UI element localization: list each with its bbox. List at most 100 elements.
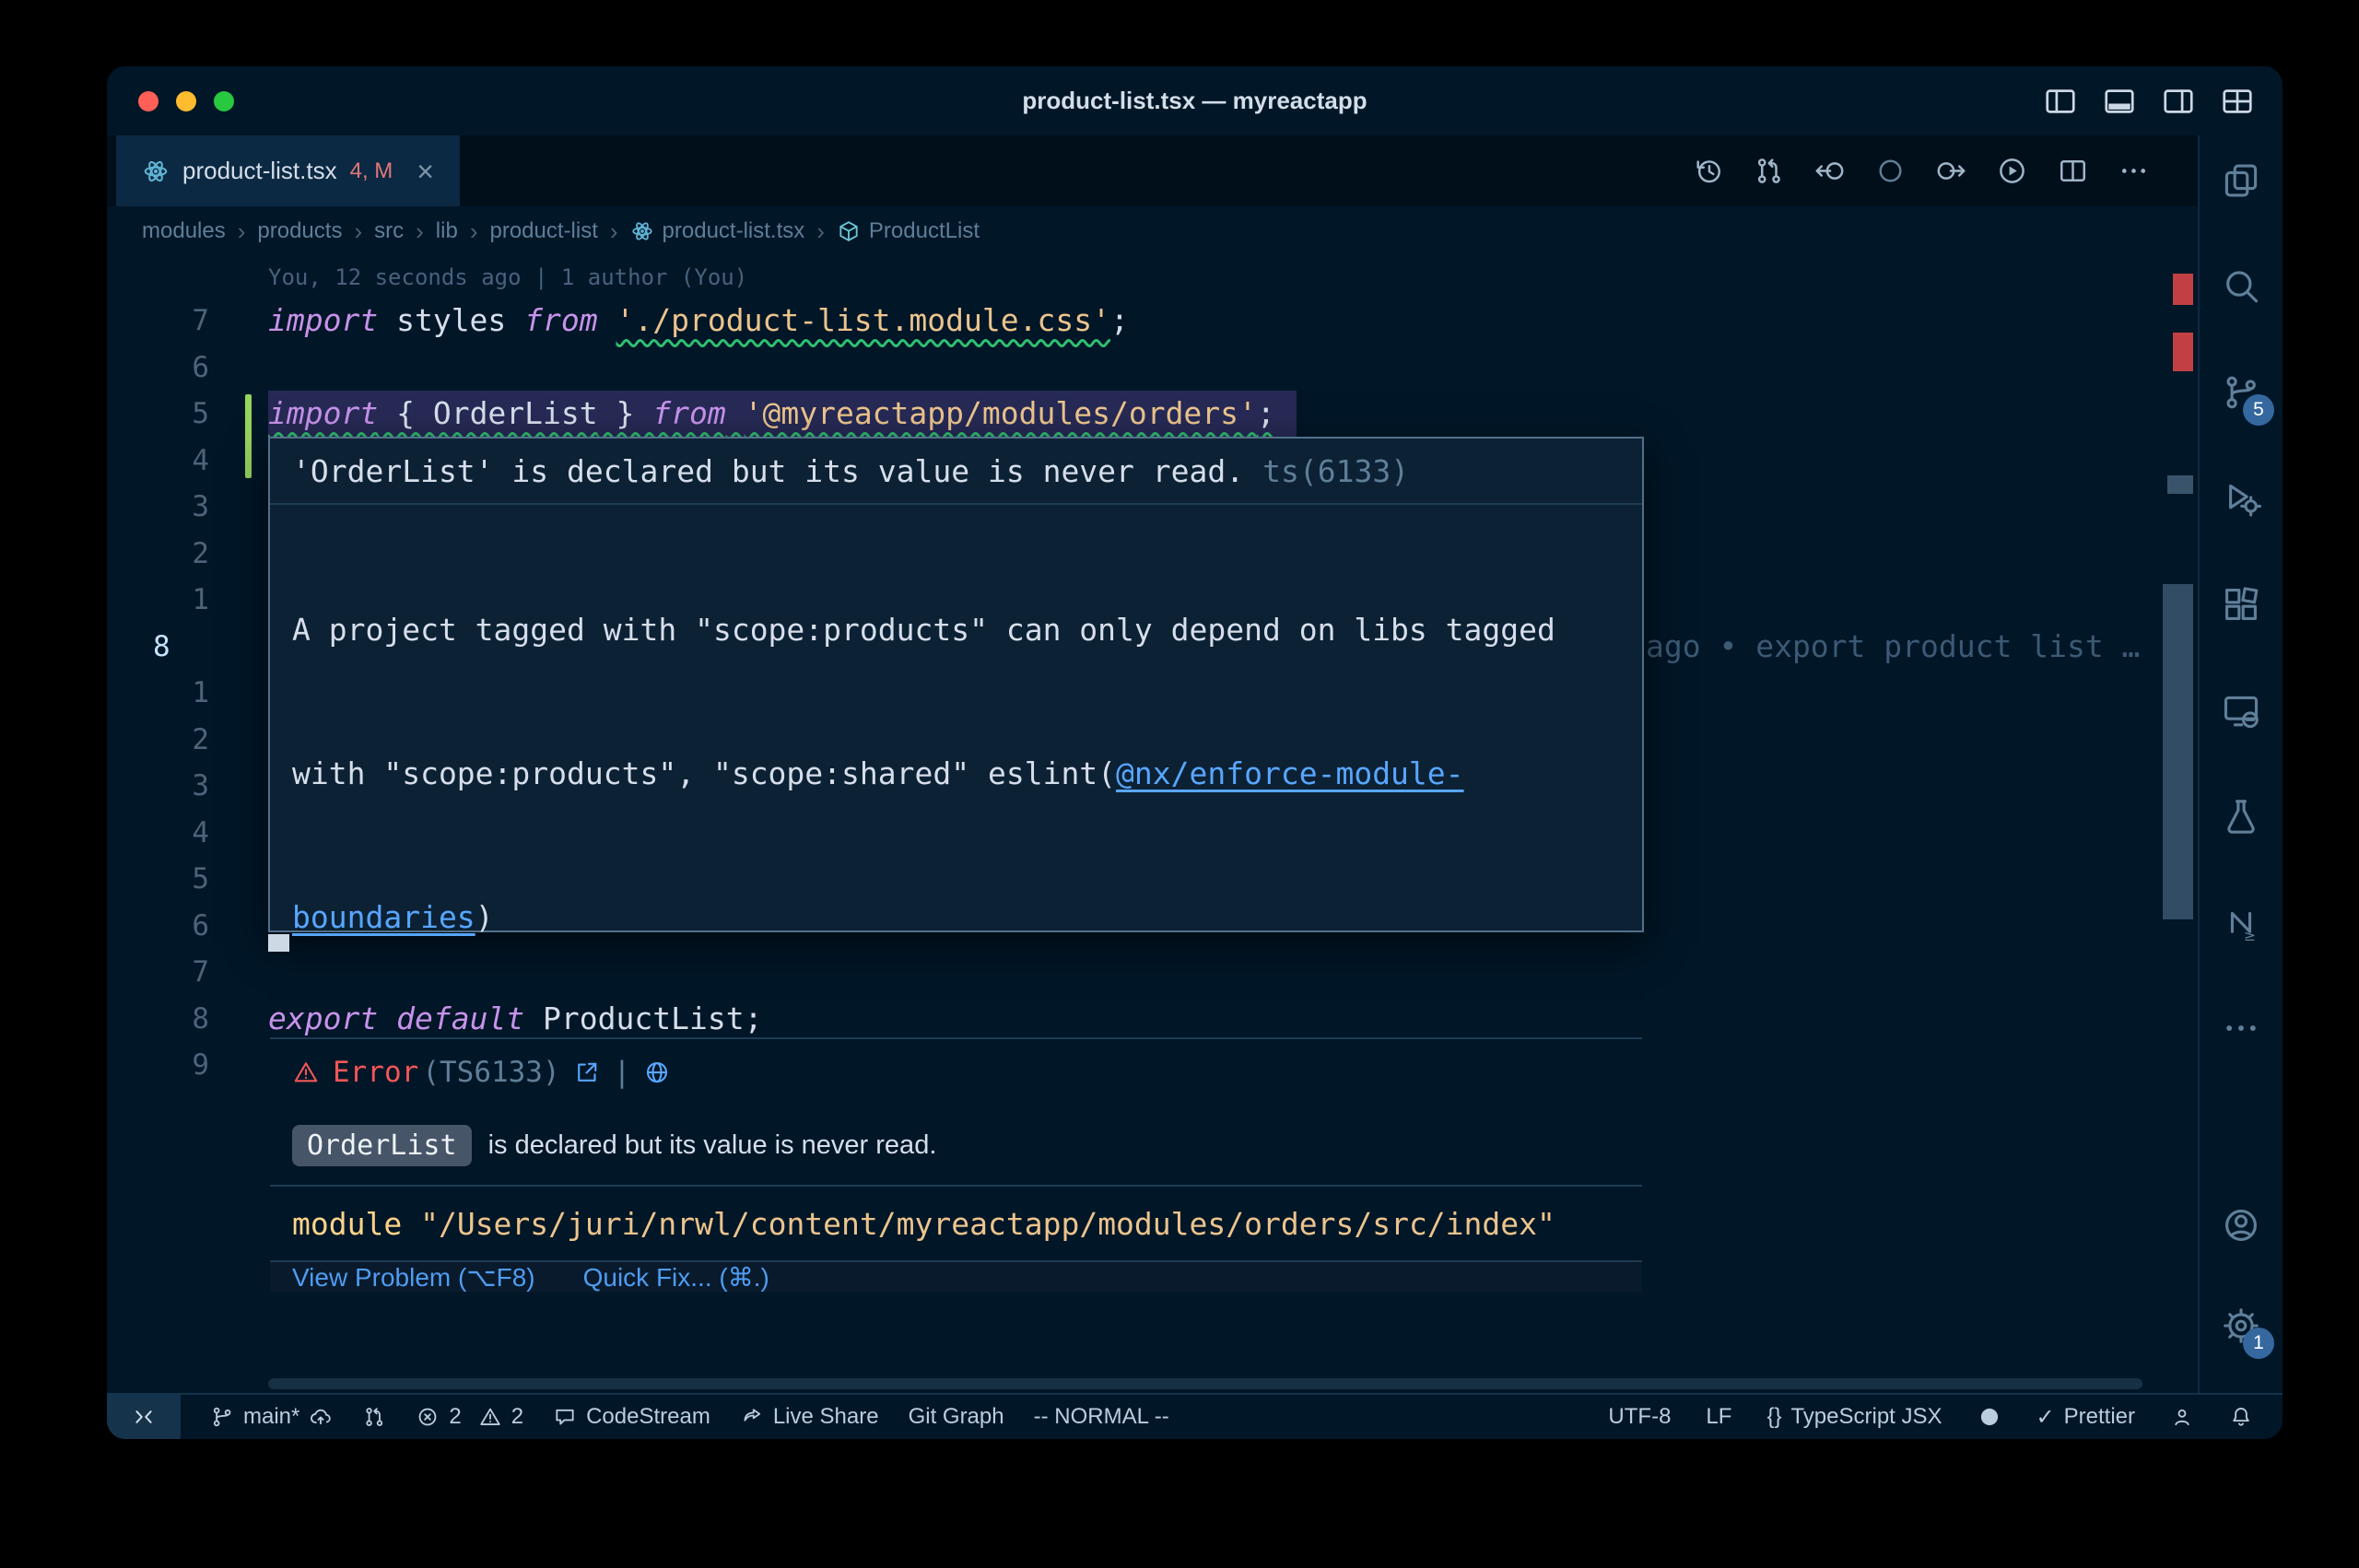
github-item[interactable] bbox=[1978, 1405, 2001, 1429]
testing-icon[interactable] bbox=[2212, 787, 2271, 846]
horizontal-scrollbar[interactable] bbox=[268, 1378, 2142, 1389]
nx-console-icon[interactable] bbox=[2212, 893, 2271, 952]
quick-fix-button[interactable]: Quick Fix... (⌘.) bbox=[583, 1262, 769, 1293]
git-branch-icon bbox=[210, 1405, 234, 1429]
diagnostic-text: 'OrderList' is declared but its value is… bbox=[292, 453, 1244, 489]
overview-ruler-error-mark bbox=[2173, 333, 2193, 371]
layout-controls bbox=[2043, 84, 2283, 119]
eol-item[interactable]: LF bbox=[1706, 1404, 1731, 1430]
close-tab-icon[interactable]: × bbox=[417, 157, 434, 186]
breadcrumb-separator: › bbox=[416, 217, 424, 246]
diagnostic-source: ts(6133) bbox=[1262, 453, 1409, 489]
line-number: 1 bbox=[107, 670, 209, 716]
timeline-history-icon[interactable] bbox=[1692, 155, 1724, 187]
encoding-item[interactable]: UTF-8 bbox=[1608, 1404, 1671, 1430]
branch-name: main* bbox=[243, 1404, 299, 1430]
layout-grid-icon[interactable] bbox=[2220, 84, 2255, 119]
extensions-icon[interactable] bbox=[2212, 575, 2271, 634]
eslint-line: boundaries) bbox=[292, 894, 1620, 942]
breadcrumb-item-src[interactable]: src bbox=[374, 218, 404, 244]
gitlens-codelens[interactable]: You, 12 seconds ago | 1 author (You) bbox=[268, 257, 747, 298]
feedback-person-icon bbox=[2170, 1405, 2194, 1429]
overview-ruler-error-mark bbox=[2173, 274, 2193, 305]
zoom-window-button[interactable] bbox=[214, 91, 234, 111]
breadcrumb-separator: › bbox=[238, 217, 246, 246]
source-control-icon[interactable]: 5 bbox=[2212, 363, 2271, 422]
module-path: "/Users/juri/nrwl/content/myreactapp/mod… bbox=[402, 1206, 1555, 1242]
layout-sidebar-left-icon[interactable] bbox=[2043, 84, 2078, 119]
settings-gear-icon[interactable]: 1 bbox=[2212, 1296, 2271, 1355]
run-debug-icon[interactable] bbox=[2212, 469, 2271, 528]
close-window-button[interactable] bbox=[138, 91, 158, 111]
problems-item[interactable]: 2 2 bbox=[416, 1404, 523, 1430]
nx-rule-link[interactable]: @nx/enforce-module- bbox=[1116, 755, 1464, 791]
circle-icon[interactable] bbox=[1874, 155, 1907, 187]
vscode-window: product-list.tsx — myreactapp product-li… bbox=[107, 66, 2283, 1439]
minimize-window-button[interactable] bbox=[176, 91, 196, 111]
git-graph-item[interactable]: Git Graph bbox=[909, 1404, 1004, 1430]
error-count: 2 bbox=[449, 1404, 461, 1430]
more-actions-icon[interactable] bbox=[2118, 155, 2150, 187]
git-branch-item[interactable]: main* bbox=[210, 1404, 333, 1430]
language-mode-item[interactable]: {} TypeScript JSX bbox=[1766, 1404, 1942, 1430]
navigate-back-icon[interactable] bbox=[1813, 155, 1846, 187]
line-number: 8 bbox=[107, 996, 209, 1042]
eslint-line: A project tagged with "scope:products" c… bbox=[292, 606, 1620, 654]
remote-indicator-icon bbox=[131, 1404, 157, 1430]
compare-icon bbox=[362, 1405, 386, 1429]
vim-mode-label: -- NORMAL -- bbox=[1034, 1404, 1169, 1430]
breadcrumb-item-product-list[interactable]: product-list bbox=[489, 218, 597, 244]
run-icon[interactable] bbox=[1996, 155, 2028, 187]
breadcrumb-separator: › bbox=[470, 217, 478, 246]
codestream-item[interactable]: CodeStream bbox=[553, 1404, 710, 1430]
tab-product-list[interactable]: product-list.tsx 4, M × bbox=[116, 135, 460, 206]
split-editor-icon[interactable] bbox=[2057, 155, 2089, 187]
error-label: Error bbox=[333, 1056, 418, 1089]
breadcrumb-item-lib[interactable]: lib bbox=[436, 218, 458, 244]
errors-icon bbox=[416, 1405, 440, 1429]
code-token: from bbox=[652, 395, 725, 431]
compare-changes-icon[interactable] bbox=[1753, 155, 1785, 187]
view-problem-button[interactable]: View Problem (⌥F8) bbox=[292, 1262, 535, 1293]
publish-cloud-icon[interactable] bbox=[309, 1405, 333, 1429]
explorer-icon[interactable] bbox=[2212, 151, 2271, 210]
more-views-icon[interactable] bbox=[2212, 999, 2271, 1058]
layout-panel-bottom-icon[interactable] bbox=[2102, 84, 2137, 119]
layout-sidebar-right-icon[interactable] bbox=[2161, 84, 2196, 119]
line-number: 7 bbox=[107, 949, 209, 995]
feedback-item[interactable] bbox=[2170, 1405, 2194, 1429]
nx-rule-link[interactable]: boundaries bbox=[292, 899, 475, 935]
live-share-icon bbox=[740, 1405, 764, 1429]
remote-indicator-button[interactable] bbox=[107, 1395, 181, 1439]
navigate-forward-icon[interactable] bbox=[1935, 155, 1967, 187]
line-number: 9 bbox=[107, 1042, 209, 1088]
popup-action-bar: View Problem (⌥F8) Quick Fix... (⌘.) bbox=[270, 1260, 1642, 1293]
module-keyword: module bbox=[292, 1206, 402, 1242]
breadcrumb-item-symbol[interactable]: ProductList bbox=[837, 218, 980, 244]
code-line-import-orderlist: import { OrderList } from '@myreactapp/m… bbox=[268, 391, 1275, 437]
editor[interactable]: 7 6 5 4 3 2 1 8 1 2 3 4 5 6 7 8 9 You, 1… bbox=[107, 256, 2198, 1393]
code-token: { bbox=[378, 395, 433, 431]
code-token: } bbox=[598, 395, 653, 431]
accounts-icon[interactable] bbox=[2212, 1196, 2271, 1255]
popup-resize-handle[interactable] bbox=[268, 934, 289, 952]
line-number: 3 bbox=[107, 763, 209, 809]
line-number: 7 bbox=[107, 298, 209, 344]
breadcrumb-item-file[interactable]: product-list.tsx bbox=[630, 218, 805, 244]
open-docs-external-link-icon[interactable] bbox=[573, 1059, 601, 1086]
vim-mode-item[interactable]: -- NORMAL -- bbox=[1034, 1404, 1169, 1430]
search-web-globe-icon[interactable] bbox=[643, 1059, 671, 1086]
github-icon bbox=[1978, 1405, 2001, 1429]
prettier-item[interactable]: ✓ Prettier bbox=[2036, 1404, 2135, 1431]
live-share-item[interactable]: Live Share bbox=[740, 1404, 879, 1430]
breadcrumb-item-modules[interactable]: modules bbox=[142, 218, 226, 244]
search-icon[interactable] bbox=[2212, 257, 2271, 316]
breadcrumb-separator: › bbox=[816, 217, 825, 246]
scrollbar-thumb[interactable] bbox=[2163, 584, 2193, 919]
gitlens-compare-item[interactable] bbox=[362, 1405, 386, 1429]
code-token: ; bbox=[1110, 302, 1129, 338]
warnings-icon bbox=[478, 1405, 502, 1429]
remote-explorer-icon[interactable] bbox=[2212, 681, 2271, 740]
notifications-item[interactable] bbox=[2229, 1405, 2253, 1429]
breadcrumb-item-products[interactable]: products bbox=[257, 218, 342, 244]
